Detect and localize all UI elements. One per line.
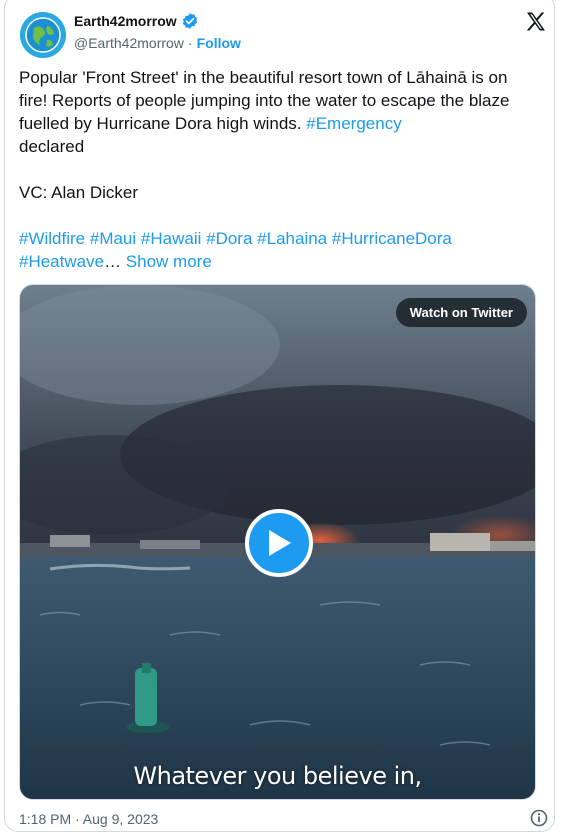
handle-separator: · bbox=[187, 35, 193, 51]
author-display-name[interactable]: Earth42morrow bbox=[74, 13, 177, 29]
hashtag-wildfire[interactable]: #Wildfire bbox=[19, 229, 85, 248]
tweet-body-continued: declared VC: Alan Dicker bbox=[19, 137, 139, 202]
info-icon[interactable] bbox=[530, 809, 548, 827]
play-icon[interactable] bbox=[245, 509, 313, 577]
x-logo-icon[interactable] bbox=[524, 10, 548, 34]
hashtag-maui[interactable]: #Maui bbox=[90, 229, 136, 248]
verified-badge-icon bbox=[181, 12, 199, 30]
tweet-body: Popular 'Front Street' in the beautiful … bbox=[19, 68, 515, 133]
tweet-timestamp[interactable]: 1:18 PM · Aug 9, 2023 bbox=[19, 811, 158, 827]
text-ellipsis: … bbox=[104, 252, 122, 271]
video-player[interactable]: Watch on Twitter Whatever you believe in… bbox=[19, 284, 536, 800]
show-more-link[interactable]: Show more bbox=[126, 252, 212, 271]
hashtag-hurricanedora[interactable]: #HurricaneDora bbox=[332, 229, 452, 248]
hashtag-lahaina[interactable]: #Lahaina bbox=[257, 229, 327, 248]
hashtag-heatwave[interactable]: #Heatwave bbox=[19, 252, 104, 271]
globe-avatar-icon[interactable] bbox=[20, 12, 66, 58]
hashtag-dora[interactable]: #Dora bbox=[206, 229, 252, 248]
hashtag-hawaii[interactable]: #Hawaii bbox=[141, 229, 201, 248]
tweet-text: Popular 'Front Street' in the beautiful … bbox=[19, 66, 539, 273]
author-handle[interactable]: @Earth42morrow bbox=[74, 35, 184, 51]
video-caption: Whatever you believe in, bbox=[133, 762, 422, 790]
watch-on-twitter-button[interactable]: Watch on Twitter bbox=[395, 298, 527, 327]
hashtag-emergency[interactable]: #Emergency bbox=[306, 114, 401, 133]
follow-button[interactable]: Follow bbox=[197, 35, 241, 51]
